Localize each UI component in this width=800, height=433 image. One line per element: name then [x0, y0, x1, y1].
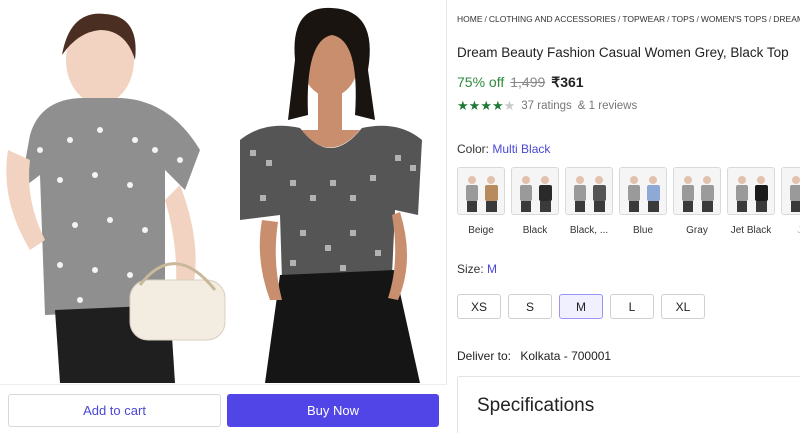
breadcrumb-brand[interactable]: DREAM BEAU [773, 14, 800, 24]
delivery-location[interactable]: Kolkata - 700001 [520, 349, 611, 363]
breadcrumb-womens-tops[interactable]: WOMEN'S TOPS [701, 14, 767, 24]
color-swatch-thumbnail [619, 167, 667, 215]
breadcrumb-separator: / [484, 14, 487, 24]
mrp-price: 1,499 [510, 74, 546, 90]
add-to-cart-button[interactable]: Add to cart [8, 394, 221, 427]
size-option-l[interactable]: L [610, 294, 654, 319]
reviews-count[interactable]: & 1 reviews [578, 100, 637, 112]
star-icon: ★ [503, 98, 516, 113]
buy-now-button[interactable]: Buy Now [227, 394, 439, 427]
ratings-count[interactable]: 37 ratings [521, 100, 572, 112]
color-swatch[interactable]: Black, ... [565, 167, 613, 236]
color-swatch[interactable]: Gray [673, 167, 721, 236]
color-swatch-label: Black [522, 225, 548, 236]
breadcrumb-home[interactable]: HOME [457, 14, 483, 24]
color-swatches: Beige Black Black, ... Blue Gray Jet Black Joy [457, 167, 800, 236]
size-option-xs[interactable]: XS [457, 294, 501, 319]
color-selected: Multi Black [492, 142, 551, 156]
color-swatch-thumbnail [673, 167, 721, 215]
size-label-row: Size: M [457, 262, 497, 276]
color-swatch-thumbnail [511, 167, 559, 215]
color-swatch[interactable]: Beige [457, 167, 505, 236]
specifications-panel[interactable]: Specifications [457, 376, 800, 433]
color-swatch-label: Black, ... [569, 225, 609, 236]
rating-row: ★★★★★ 37 ratings & 1 reviews [457, 98, 637, 114]
selling-price: ₹361 [551, 74, 584, 90]
color-swatch[interactable]: Black [511, 167, 559, 236]
deliver-label: Deliver to: [457, 349, 512, 363]
product-page: Add to cart Buy Now HOME / CLOTHING AND AC… [0, 0, 800, 433]
delivery-row: Deliver to: Kolkata - 700001 [457, 349, 611, 363]
color-label-row: Color: Multi Black [457, 142, 550, 156]
product-title: Dream Beauty Fashion Casual Women Grey, … [457, 45, 789, 60]
price-row: 75% off 1,499 ₹361 [457, 74, 584, 91]
cta-row: Add to cart Buy Now [0, 384, 447, 433]
size-options: XS S M L XL [457, 294, 705, 319]
size-selected: M [487, 262, 498, 276]
star-rating: ★★★★★ [457, 98, 515, 114]
size-label: Size: [457, 262, 484, 276]
size-option-s[interactable]: S [508, 294, 552, 319]
breadcrumb-separator: / [667, 14, 670, 24]
size-option-xl[interactable]: XL [661, 294, 705, 319]
breadcrumb-clothing[interactable]: CLOTHING AND ACCESSORIES [489, 14, 616, 24]
color-swatch-label: Gray [686, 225, 708, 236]
color-swatch-thumbnail [457, 167, 505, 215]
color-swatch-label: Beige [468, 225, 494, 236]
color-label: Color: [457, 142, 490, 156]
color-swatch[interactable]: Blue [619, 167, 667, 236]
breadcrumb-topwear[interactable]: TOPWEAR [622, 14, 665, 24]
color-swatch-thumbnail [781, 167, 800, 215]
color-swatch-thumbnail [727, 167, 775, 215]
star-icon: ★ [457, 98, 469, 113]
star-icon: ★ [480, 98, 492, 113]
breadcrumb-separator: / [617, 14, 621, 24]
breadcrumb-separator: / [768, 14, 772, 24]
color-swatch[interactable]: Jet Black [727, 167, 775, 236]
product-details: HOME / CLOTHING AND ACCESSORIES / TOPWEAR / TO… [457, 0, 800, 433]
size-option-m[interactable]: M [559, 294, 603, 319]
breadcrumb-tops[interactable]: TOPS [672, 14, 695, 24]
color-swatch-thumbnail [565, 167, 613, 215]
breadcrumb-separator: / [696, 14, 699, 24]
color-swatch-label: Blue [632, 225, 653, 236]
color-swatch[interactable]: Joy [781, 167, 800, 236]
discount-badge: 75% off [457, 74, 505, 90]
star-icon: ★ [468, 98, 481, 113]
product-photo[interactable] [0, 0, 436, 383]
specifications-title: Specifications [477, 395, 595, 416]
color-swatch-label: Jet Black [730, 225, 772, 236]
star-icon: ★ [491, 98, 504, 113]
breadcrumb: HOME / CLOTHING AND ACCESSORIES / TOPWEAR / TO… [457, 14, 800, 24]
product-gallery: Add to cart Buy Now [0, 0, 447, 433]
